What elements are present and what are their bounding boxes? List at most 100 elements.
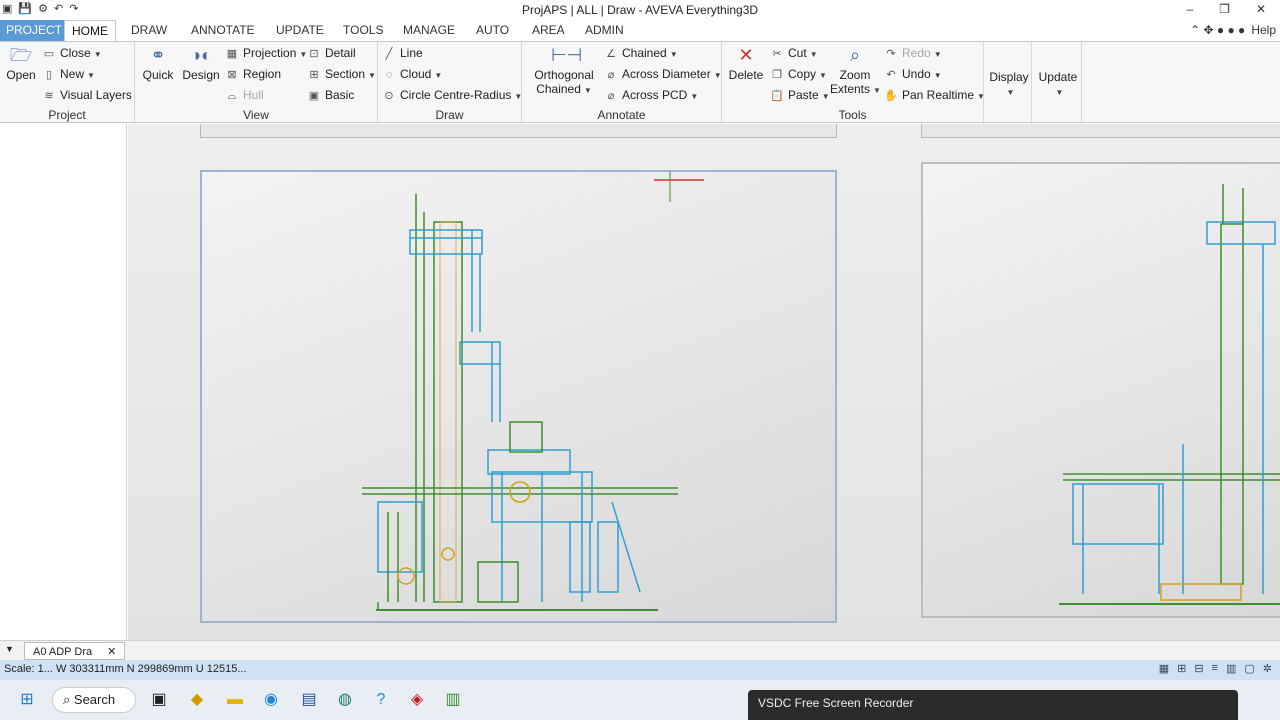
projection-button[interactable]: ▦ Projection ▼ bbox=[225, 46, 308, 60]
close-project-button[interactable]: ▭ Close ▼ bbox=[42, 46, 102, 60]
window-icon[interactable]: ▢ bbox=[1244, 662, 1254, 675]
status-icons: ▦ ⊞ ⊟ ≡ ▥ ▢ ✲ bbox=[1159, 662, 1272, 675]
undo-button[interactable]: ↶ Undo ▼ bbox=[884, 67, 941, 81]
copy-button[interactable]: ❐ Copy ▼ bbox=[770, 67, 827, 81]
line-button[interactable]: ╱ Line bbox=[382, 46, 423, 60]
redo-icon: ↷ bbox=[886, 48, 896, 60]
orthogonal-chained-button[interactable]: ⊢⊣ Orthogonal Chained ▼ bbox=[530, 44, 598, 96]
task-view-icon[interactable]: ▣ bbox=[148, 689, 170, 711]
diameter-icon: ⌀ bbox=[607, 69, 615, 81]
new-button[interactable]: ▯ New ▼ bbox=[42, 67, 95, 81]
basic-view-icon: ▣ bbox=[308, 90, 320, 102]
update-button[interactable]: Update ▼ bbox=[1036, 70, 1080, 98]
cloud-button[interactable]: ◌ Cloud ▼ bbox=[382, 67, 443, 81]
region-icon: ⊠ bbox=[227, 69, 237, 81]
detail-button[interactable]: ⊡ Detail bbox=[307, 46, 355, 60]
group-update: Update ▼ bbox=[1032, 42, 1082, 124]
app-diamond-icon[interactable]: ◆ bbox=[186, 689, 208, 711]
list-icon[interactable]: ≡ bbox=[1212, 662, 1218, 675]
document-tab-close-icon[interactable]: ✕ bbox=[107, 646, 116, 658]
projection-icon: ▦ bbox=[226, 48, 238, 60]
across-pcd-button[interactable]: ⌀ Across PCD ▼ bbox=[604, 88, 699, 102]
status-bar: Scale: 1... W 303311mm N 299869mm U 1251… bbox=[0, 660, 1280, 680]
group-project: 🗁 Open ▭ Close ▼ ▯ New ▼ ≋ Visual Layers Proj… bbox=[0, 42, 135, 124]
visual-layers-button[interactable]: ≋ Visual Layers bbox=[42, 88, 131, 102]
sheet-above bbox=[200, 124, 837, 138]
group-label-annotate: Annotate bbox=[597, 108, 646, 122]
hull-button[interactable]: ⌓ Hull bbox=[225, 88, 264, 103]
minimize-button[interactable]: – bbox=[1186, 2, 1193, 16]
layout-icon[interactable]: ▥ bbox=[1226, 662, 1236, 675]
tab-annotate[interactable]: ANNOTATE bbox=[191, 23, 255, 37]
group-label-tools: Tools bbox=[838, 108, 867, 122]
settings-gear-icon[interactable]: ✲ bbox=[1263, 662, 1272, 675]
ribbon: 🗁 Open ▭ Close ▼ ▯ New ▼ ≋ Visual Layers Proj… bbox=[0, 41, 1280, 124]
tab-list-chevron-icon[interactable]: ▼ bbox=[5, 644, 14, 654]
binoculars-icon: ⚭ bbox=[150, 45, 166, 65]
pan-realtime-button[interactable]: ✋ Pan Realtime ▼ bbox=[884, 88, 985, 102]
screen-recorder-window[interactable]: VSDC Free Screen Recorder bbox=[748, 690, 1238, 720]
basic-button[interactable]: ▣ Basic bbox=[307, 88, 355, 102]
status-coordinates: Scale: 1... W 303311mm N 299869mm U 1251… bbox=[4, 663, 247, 675]
antivirus-icon[interactable]: ◈ bbox=[406, 689, 428, 711]
windows-start-icon[interactable]: ⊞ bbox=[16, 689, 38, 711]
circle-icon: ⊙ bbox=[384, 90, 394, 102]
open-button[interactable]: 🗁 Open bbox=[4, 44, 38, 82]
display-button[interactable]: Display ▼ bbox=[988, 70, 1030, 98]
quick-view-button[interactable]: ⚭ Quick bbox=[141, 44, 175, 82]
circle-centre-radius-button[interactable]: ⊙ Circle Centre-Radius ▼ bbox=[382, 88, 522, 102]
file-explorer-icon[interactable]: ▬ bbox=[224, 689, 246, 711]
section-button[interactable]: ⊞ Section ▼ bbox=[307, 67, 376, 81]
cut-icon: ✂ bbox=[772, 48, 782, 60]
tab-tools[interactable]: TOOLS bbox=[343, 23, 383, 37]
edge-browser-icon[interactable]: ◉ bbox=[260, 689, 282, 711]
document-tab-bar: ▼ A0 ADP Dra ✕ bbox=[0, 640, 1280, 660]
aveva-app-icon[interactable]: ▥ bbox=[442, 689, 464, 711]
close-button[interactable]: ✕ bbox=[1256, 2, 1266, 16]
tab-admin[interactable]: ADMIN bbox=[585, 23, 624, 37]
tab-auto[interactable]: AUTO bbox=[476, 23, 509, 37]
help-icon[interactable]: ? bbox=[370, 689, 392, 711]
drawing-canvas[interactable] bbox=[128, 124, 1280, 640]
tab-project[interactable]: PROJECT bbox=[0, 20, 69, 41]
delete-icon: ✕ bbox=[738, 45, 754, 65]
tab-manage[interactable]: MANAGE bbox=[403, 23, 455, 37]
drawing-sheet-secondary[interactable] bbox=[921, 162, 1280, 618]
ortho-icon[interactable]: ⊟ bbox=[1194, 662, 1203, 675]
detail-icon: ⊡ bbox=[309, 48, 319, 60]
ribbon-options-icon[interactable]: ⌃ ✥ ● ● ● bbox=[1190, 23, 1245, 37]
plant-elevation-drawing-2 bbox=[1059, 184, 1280, 605]
region-button[interactable]: ⊠ Region bbox=[225, 67, 281, 81]
across-diameter-button[interactable]: ⌀ Across Diameter ▼ bbox=[604, 67, 722, 81]
help-link[interactable]: Help bbox=[1251, 23, 1276, 37]
redo-button[interactable]: ↷ Redo ▼ bbox=[884, 46, 941, 60]
group-label-view: View bbox=[243, 108, 269, 122]
zoom-extents-button[interactable]: ⌕ Zoom Extents ▼ bbox=[830, 44, 881, 96]
drawing-sheet-main[interactable] bbox=[200, 152, 837, 623]
app-teal-icon[interactable]: ◍ bbox=[334, 689, 356, 711]
window-title: ProjAPS | ALL | Draw - AVEVA Everything3… bbox=[521, 3, 759, 17]
snap-icon[interactable]: ⊞ bbox=[1177, 662, 1186, 675]
new-doc-icon: ▯ bbox=[45, 69, 53, 81]
undo-icon: ↶ bbox=[886, 69, 896, 81]
tab-update[interactable]: UPDATE bbox=[276, 23, 324, 37]
delete-button[interactable]: ✕ Delete bbox=[728, 44, 764, 82]
grid-icon[interactable]: ▦ bbox=[1159, 662, 1169, 675]
tab-area[interactable]: AREA bbox=[532, 23, 565, 37]
ribbon-tabs: PROJECT HOME DRAW ANNOTATE UPDATE TOOLS … bbox=[0, 20, 1280, 42]
dimension-icon: ⊢⊣ bbox=[551, 45, 583, 65]
line-icon: ╱ bbox=[385, 48, 393, 60]
store-icon[interactable]: ▤ bbox=[298, 689, 320, 711]
sheet-above-right bbox=[921, 124, 1280, 138]
maximize-button[interactable]: ❐ bbox=[1219, 2, 1230, 16]
design-view-button[interactable]: ◑◐ Design bbox=[181, 44, 221, 82]
tab-draw[interactable]: DRAW bbox=[131, 23, 167, 37]
plant-elevation-drawing bbox=[362, 152, 704, 611]
explorer-panel[interactable] bbox=[0, 124, 127, 640]
tab-home[interactable]: HOME bbox=[64, 20, 116, 42]
chained-button[interactable]: ∠ Chained ▼ bbox=[604, 46, 678, 60]
cut-button[interactable]: ✂ Cut ▼ bbox=[770, 46, 817, 60]
document-tab[interactable]: A0 ADP Dra ✕ bbox=[24, 642, 126, 660]
taskbar-search[interactable]: ⌕ Search bbox=[52, 687, 136, 713]
paste-button[interactable]: 📋 Paste ▼ bbox=[770, 88, 829, 102]
